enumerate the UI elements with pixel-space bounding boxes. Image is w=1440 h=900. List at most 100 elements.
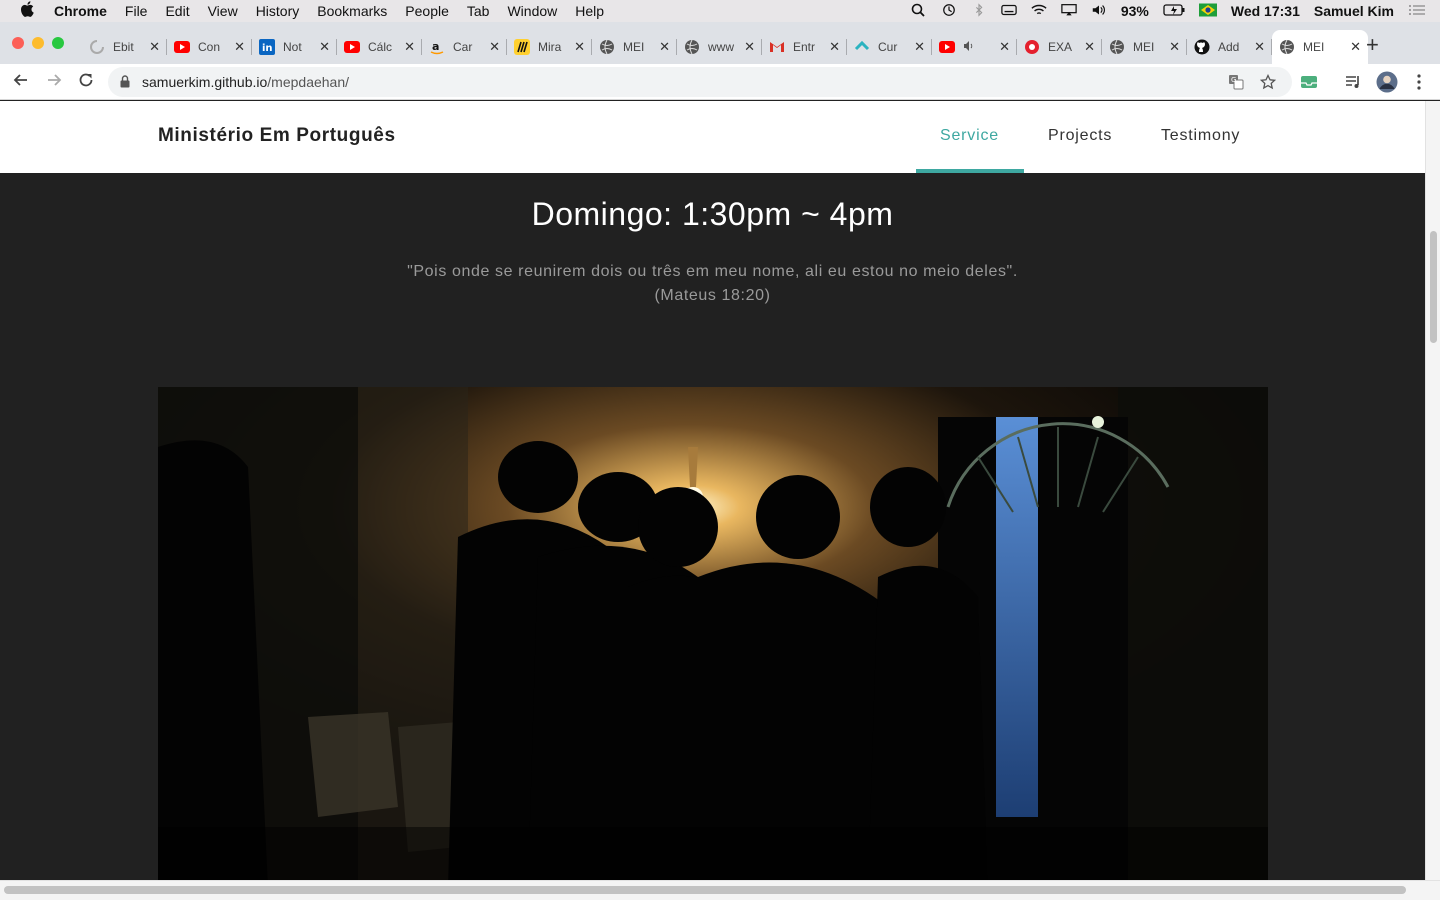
menu-history[interactable]: History xyxy=(256,3,300,19)
clock[interactable]: Wed 17:31 xyxy=(1231,3,1300,19)
svg-text:in: in xyxy=(262,43,273,54)
battery-icon[interactable] xyxy=(1163,3,1185,20)
address-bar[interactable]: samuerkim.github.io/mepdaehan/ G xyxy=(108,67,1292,97)
group-silhouette-photo xyxy=(158,387,1268,880)
tab-list: Ebit ✕ Con ✕ in Not ✕ Cálc ✕ a Car ✕ Mira ✕ MEI ✕ www ✕ En… xyxy=(82,30,1368,64)
close-tab-icon[interactable]: ✕ xyxy=(999,39,1010,55)
menu-people[interactable]: People xyxy=(405,3,449,19)
miro-icon xyxy=(514,39,530,55)
minimize-window-button[interactable] xyxy=(32,37,44,49)
close-tab-icon[interactable]: ✕ xyxy=(149,39,160,55)
audio-playing-icon[interactable] xyxy=(963,40,975,55)
close-tab-icon[interactable]: ✕ xyxy=(489,39,500,55)
maximize-window-button[interactable] xyxy=(52,37,64,49)
horizontal-scrollbar[interactable] xyxy=(0,880,1440,900)
tab-title: Car xyxy=(453,40,473,54)
globe-icon xyxy=(684,39,700,55)
close-tab-icon[interactable]: ✕ xyxy=(404,39,415,55)
browser-tab[interactable]: MEI ✕ xyxy=(1272,30,1368,64)
back-button[interactable] xyxy=(12,71,30,93)
vertical-scrollbar[interactable] xyxy=(1425,101,1440,880)
menu-view[interactable]: View xyxy=(208,3,238,19)
reload-button[interactable] xyxy=(77,71,95,93)
browser-tab[interactable]: Add ✕ xyxy=(1187,30,1272,64)
tab-title: MEI xyxy=(623,40,645,54)
youtube-icon xyxy=(174,39,190,55)
close-tab-icon[interactable]: ✕ xyxy=(914,39,925,55)
tab-title: Entr xyxy=(793,40,816,54)
close-tab-icon[interactable]: ✕ xyxy=(1084,39,1095,55)
horizontal-scrollbar-thumb[interactable] xyxy=(4,886,1406,894)
nav-link-service[interactable]: Service xyxy=(940,127,999,145)
bible-quote-text: "Pois onde se reunirem dois ou três em m… xyxy=(407,263,1018,280)
battery-percent: 93% xyxy=(1120,3,1149,19)
chrome-menu-icon[interactable] xyxy=(1410,73,1428,91)
app-icon xyxy=(1024,39,1040,55)
wifi-icon[interactable] xyxy=(1031,3,1047,20)
bookmark-star-icon[interactable] xyxy=(1260,74,1276,90)
new-tab-button[interactable]: + xyxy=(1366,34,1379,56)
menu-window[interactable]: Window xyxy=(507,3,557,19)
url-text[interactable]: samuerkim.github.io/mepdaehan/ xyxy=(142,74,349,90)
forward-button[interactable] xyxy=(45,71,63,93)
volume-icon[interactable] xyxy=(1091,3,1107,20)
browser-tab[interactable]: Mira ✕ xyxy=(507,30,592,64)
menu-app-name[interactable]: Chrome xyxy=(54,3,107,19)
close-tab-icon[interactable]: ✕ xyxy=(744,39,755,55)
brazil-flag-icon[interactable] xyxy=(1198,3,1217,20)
close-tab-icon[interactable]: ✕ xyxy=(234,39,245,55)
vertical-scrollbar-thumb[interactable] xyxy=(1430,231,1437,343)
close-tab-icon[interactable]: ✕ xyxy=(574,39,585,55)
media-control-icon[interactable] xyxy=(1344,73,1362,91)
menu-bookmarks[interactable]: Bookmarks xyxy=(317,3,387,19)
extension-inbox-icon[interactable] xyxy=(1300,73,1318,91)
tab-title: MEI xyxy=(1133,40,1155,54)
browser-tab[interactable]: MEI ✕ xyxy=(1102,30,1187,64)
browser-tab-strip: Ebit ✕ Con ✕ in Not ✕ Cálc ✕ a Car ✕ Mira ✕ MEI ✕ www ✕ En… xyxy=(0,22,1440,64)
apple-menu-icon[interactable] xyxy=(0,1,54,21)
close-tab-icon[interactable]: ✕ xyxy=(1350,39,1361,55)
url-host: samuerkim.github.io xyxy=(142,74,268,90)
window-controls xyxy=(12,37,64,49)
browser-tab[interactable]: Cur ✕ xyxy=(847,30,932,64)
close-tab-icon[interactable]: ✕ xyxy=(1169,39,1180,55)
browser-tab[interactable]: www ✕ xyxy=(677,30,762,64)
browser-tab[interactable]: Con ✕ xyxy=(167,30,252,64)
close-tab-icon[interactable]: ✕ xyxy=(319,39,330,55)
airplay-icon[interactable] xyxy=(1061,3,1077,20)
user-name[interactable]: Samuel Kim xyxy=(1314,3,1394,19)
close-tab-icon[interactable]: ✕ xyxy=(829,39,840,55)
browser-tab[interactable]: Ebit ✕ xyxy=(82,30,167,64)
time-machine-icon[interactable] xyxy=(941,3,957,20)
url-path: /mepdaehan/ xyxy=(267,74,350,90)
bluetooth-icon[interactable] xyxy=(971,2,987,20)
menu-file[interactable]: File xyxy=(125,3,148,19)
spotlight-search-icon[interactable] xyxy=(911,3,927,20)
nav-link-testimony[interactable]: Testimony xyxy=(1161,127,1240,145)
profile-avatar-icon[interactable] xyxy=(1376,71,1398,93)
site-brand[interactable]: Ministério Em Português xyxy=(158,125,396,147)
browser-tab[interactable]: a Car ✕ xyxy=(422,30,507,64)
browser-tab[interactable]: Cálc ✕ xyxy=(337,30,422,64)
close-tab-icon[interactable]: ✕ xyxy=(659,39,670,55)
nav-link-projects[interactable]: Projects xyxy=(1048,127,1112,145)
keyboard-icon[interactable] xyxy=(1001,3,1017,20)
close-tab-icon[interactable]: ✕ xyxy=(1254,39,1265,55)
close-window-button[interactable] xyxy=(12,37,24,49)
menu-help[interactable]: Help xyxy=(575,3,604,19)
browser-tab[interactable]: ✕ xyxy=(932,30,1017,64)
tab-title: Mira xyxy=(538,40,562,54)
browser-tab[interactable]: EXA ✕ xyxy=(1017,30,1102,64)
browser-tab[interactable]: in Not ✕ xyxy=(252,30,337,64)
menu-tab[interactable]: Tab xyxy=(467,3,490,19)
service-time-heading: Domingo: 1:30pm ~ 4pm xyxy=(531,196,894,232)
browser-tab[interactable]: MEI ✕ xyxy=(592,30,677,64)
course-icon xyxy=(854,39,870,55)
lock-icon[interactable] xyxy=(120,75,130,88)
tab-title: MEI xyxy=(1303,40,1325,54)
browser-tab[interactable]: Entr ✕ xyxy=(762,30,847,64)
translate-icon[interactable]: G xyxy=(1228,74,1244,90)
amazon-icon: a xyxy=(429,39,445,55)
menu-edit[interactable]: Edit xyxy=(165,3,189,19)
notification-center-icon[interactable] xyxy=(1408,3,1426,20)
